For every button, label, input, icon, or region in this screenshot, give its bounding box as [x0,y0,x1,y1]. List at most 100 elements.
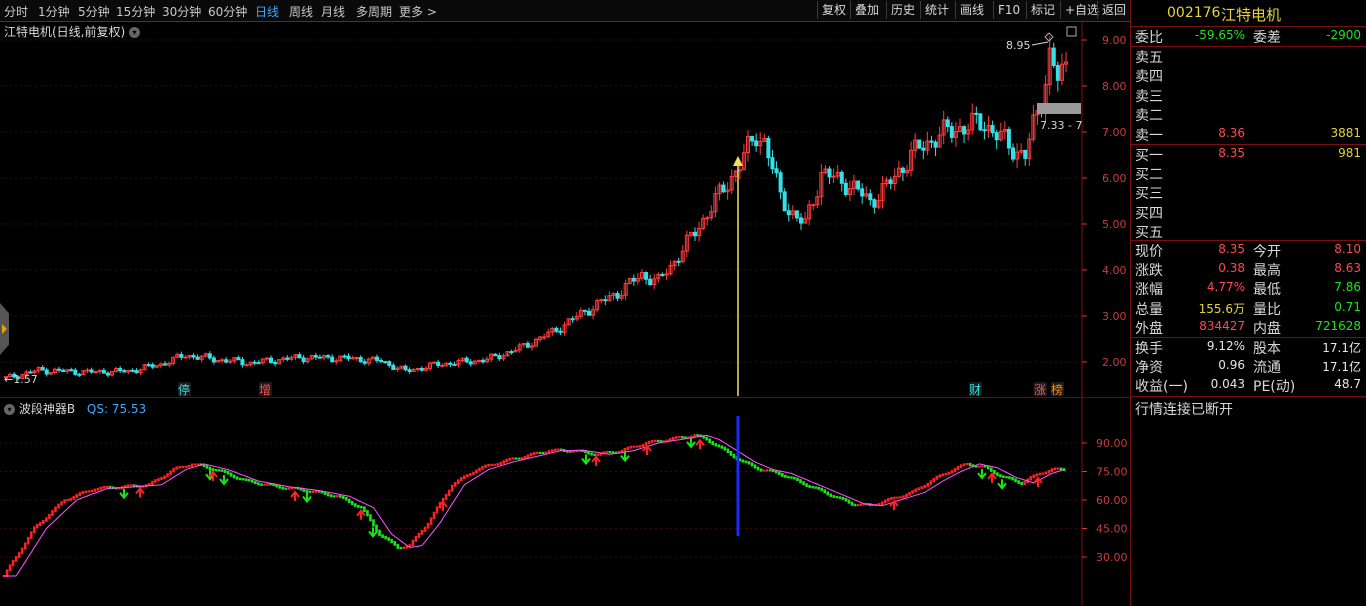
indicator-bar [787,475,790,479]
indicator-bar [375,524,378,532]
indicator-bar [151,480,154,486]
indicator-bar [363,506,366,513]
candle-body [101,369,106,374]
toolbar-button-2[interactable]: 历史 [886,1,919,19]
indicator-bar [926,482,930,487]
period-tab-9[interactable]: 多周期 [356,3,392,20]
indicator-bar [629,445,633,449]
indicator-bar [1041,472,1045,475]
period-tab-10[interactable]: 更多 > [399,3,437,20]
indicator-bar [163,475,166,479]
candle-body [326,355,331,358]
indicator-bar [705,436,708,441]
candle-body [582,309,587,312]
arrow-down-icon [302,492,312,504]
indicator-bar [908,491,911,496]
toolbar-button-4[interactable]: 画线 [955,1,988,19]
arrow-up-icon [695,438,705,450]
indicator-bar [266,483,269,486]
indicator-bar [508,457,512,461]
indicator-bar [60,501,63,506]
period-tab-1[interactable]: 1分钟 [38,3,70,20]
indicator-bar [466,474,469,478]
indicator-bar [63,499,66,504]
chevron-down-icon[interactable]: ▾ [129,27,141,38]
indicator-bar [238,477,242,481]
candle-body [191,354,196,358]
indicator-bar [711,441,714,446]
period-tab-2[interactable]: 5分钟 [78,3,110,20]
indicator-bar [502,460,506,464]
indicator-bar [1011,476,1014,481]
candle-body [163,363,167,366]
indicator-bar [435,506,439,514]
indicator-bar [263,483,266,486]
candle-body [57,368,61,371]
period-tab-0[interactable]: 分时 [4,3,28,20]
candle-body [285,357,290,360]
buy-level-3: 买三 [1135,183,1363,202]
indicator-bar [553,448,557,452]
indicator-bar [257,482,260,486]
indicator-bar [326,492,330,497]
period-tab-6[interactable]: 日线 [255,3,279,20]
candle-body [945,119,950,128]
period-tab-5[interactable]: 60分钟 [208,3,247,20]
indicator-bar [278,485,281,489]
indicator-bar [475,469,478,474]
candle-body [236,357,241,361]
indicator-bar [29,531,33,539]
indicator-bar [96,487,100,491]
window-toggle-icon[interactable] [1066,26,1077,37]
candle-body [766,137,771,159]
period-tab-7[interactable]: 周线 [289,3,313,20]
indicator-bar [172,467,175,473]
candle-body [358,357,363,363]
indicator-bar [478,467,481,472]
toolbar-button-5[interactable]: F10 [993,1,1024,19]
candle-body [436,361,441,367]
chevron-down-icon[interactable]: ▾ [4,404,15,415]
candle-body [40,367,45,371]
indicator-bar [305,489,309,493]
toolbar-button-6[interactable]: 标记 [1026,1,1059,19]
candle-body [1055,64,1060,81]
candle-body [860,188,865,197]
indicator-bar [460,476,463,482]
period-tab-8[interactable]: 月线 [321,3,345,20]
candle-body [782,191,787,212]
candle-body [464,357,469,363]
indicator-bar [229,472,233,477]
indicator-bar [1053,467,1057,471]
toolbar-button-8[interactable]: 返回 [1097,1,1130,19]
candlestick-chart[interactable]: 9.00 8.00 7.00 6.00 5.00 4.00 3.00 2.00 停 增 财 涨榜 [0,21,1130,397]
main-chart-title[interactable]: 江特电机(日线,前复权) ▾ [4,23,141,40]
period-tab-3[interactable]: 15分钟 [116,3,155,20]
indicator-bar [514,457,518,460]
indicator-bar [638,445,642,448]
candle-body [962,126,967,135]
indicator-bar [1014,478,1017,483]
indicator-title[interactable]: ▾ 波段神器B QS: 75.53 [4,400,146,417]
toolbar-button-0[interactable]: 复权 [817,1,850,19]
indicator-bar [166,473,169,478]
indicator-bar [893,496,896,499]
indicator-bar [859,503,863,507]
indicator-bar [447,489,451,496]
stat-value: 0.71 [1334,299,1361,314]
toolbar-button-1[interactable]: 叠加 [850,1,883,19]
indicator-bar [696,434,699,437]
indicator-chart[interactable]: 90.00 75.00 60.00 45.00 30.00 [0,398,1130,606]
indicator-bar [287,487,290,490]
period-tab-4[interactable]: 30分钟 [162,3,201,20]
candle-body [383,361,388,364]
stat-value: 981 [1338,146,1361,160]
arrow-up-icon [987,472,997,483]
weicha-value: -2900 [1326,28,1361,42]
indicator-bar [1032,474,1036,479]
price-stat-row: 现价 8.35 今开 8.10 [1135,241,1363,260]
toolbar-button-3[interactable]: 统计 [920,1,953,19]
indicator-bar [1020,481,1023,486]
stat-label: PE(动) [1253,379,1296,396]
candle-body [843,182,848,196]
